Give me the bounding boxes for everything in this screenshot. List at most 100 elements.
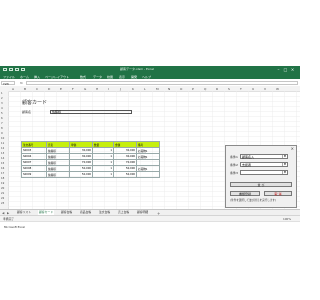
sort-condition-3: 条件3 ▼ xyxy=(230,170,294,175)
row-header[interactable]: 19 xyxy=(1,182,4,185)
menu-developer[interactable]: 開発 xyxy=(131,75,137,79)
row-header[interactable]: 5 xyxy=(1,112,3,115)
panel-note: (条件を選択して並び替えを実行します) xyxy=(230,199,277,202)
row-header[interactable]: 11 xyxy=(1,142,4,145)
column-header[interactable]: Q xyxy=(204,87,206,91)
column-header[interactable]: K xyxy=(132,87,134,91)
table-cell[interactable]: 1 xyxy=(92,171,114,178)
redo-icon[interactable] xyxy=(21,68,25,71)
row-header[interactable]: 12 xyxy=(1,147,4,150)
row-header[interactable]: 22 xyxy=(1,197,4,200)
column-header[interactable]: U xyxy=(252,87,254,91)
row-header[interactable]: 23 xyxy=(1,202,4,205)
row-header[interactable]: 7 xyxy=(1,122,3,125)
formula-input[interactable] xyxy=(26,80,298,85)
row-header[interactable]: 14 xyxy=(1,157,4,160)
sort-condition-label: 条件1 xyxy=(230,154,238,159)
table-cell[interactable]: S0009 xyxy=(21,171,47,178)
window-title: 顧客データ.xlsm - Excel xyxy=(120,67,154,71)
column-header[interactable]: A xyxy=(12,87,14,91)
column-header[interactable]: I xyxy=(108,87,109,91)
row-header[interactable]: 6 xyxy=(1,117,3,120)
taskbar: Microsoft Excel xyxy=(0,221,300,233)
close-window-icon[interactable]: × xyxy=(290,68,295,72)
row-header[interactable]: 8 xyxy=(1,127,3,130)
undo-icon[interactable] xyxy=(15,68,19,71)
table-cell[interactable]: 50,000 xyxy=(113,171,137,178)
reset-button[interactable]: 書類登録 xyxy=(230,191,260,196)
column-header[interactable]: W xyxy=(276,87,279,91)
table-cell[interactable]: 佐藤様 xyxy=(46,171,70,178)
name-box[interactable]: Y23 xyxy=(1,80,15,86)
row-header[interactable]: 18 xyxy=(1,177,4,180)
sort-panel: × 条件1 顧客名入 ▼ 条件2 支援者 ▼ 条件3 ▼ 並 び 書類登録 取 … xyxy=(225,145,297,208)
row-header[interactable]: 1 xyxy=(1,92,3,95)
column-header[interactable]: F xyxy=(72,87,74,91)
row-header[interactable]: 16 xyxy=(1,167,4,170)
table-cell[interactable] xyxy=(136,171,160,178)
close-icon[interactable]: × xyxy=(291,147,294,151)
maximize-icon[interactable]: □ xyxy=(283,68,288,72)
sort-condition-label: 条件3 xyxy=(230,170,238,175)
menu-help[interactable]: ヘルプ xyxy=(142,75,151,79)
chevron-down-icon[interactable]: ▼ xyxy=(282,163,287,166)
chevron-down-icon[interactable]: ▼ xyxy=(282,171,287,174)
row-header[interactable]: 13 xyxy=(1,152,4,155)
column-header[interactable]: O xyxy=(180,87,182,91)
sort-condition-select[interactable]: 顧客名入 ▼ xyxy=(240,154,288,159)
column-header[interactable]: B xyxy=(24,87,26,91)
menu-page-layout[interactable]: ページレイアウト xyxy=(45,75,69,79)
menu-view[interactable]: 表示 xyxy=(119,75,125,79)
save-icon[interactable] xyxy=(9,68,13,71)
menu-review[interactable]: 校閲 xyxy=(107,75,113,79)
column-header[interactable]: S xyxy=(228,87,230,91)
sort-condition-label: 条件2 xyxy=(230,162,238,167)
column-header[interactable]: M xyxy=(156,87,159,91)
column-header[interactable]: T xyxy=(240,87,242,91)
column-header[interactable]: R xyxy=(216,87,218,91)
column-header[interactable]: H xyxy=(96,87,98,91)
column-header[interactable]: C xyxy=(36,87,38,91)
sheet-title: 顧客カード xyxy=(22,100,48,106)
sort-button[interactable]: 並 び xyxy=(230,182,292,187)
customer-name-cell[interactable]: 佐藤様 xyxy=(50,109,132,114)
taskbar-text: Microsoft Excel xyxy=(4,225,26,229)
column-header[interactable]: G xyxy=(84,87,86,91)
table-row: S0009 佐藤様 50,000 1 50,000 xyxy=(21,171,160,178)
menu-home[interactable]: ホーム xyxy=(20,75,29,79)
menu-formulas[interactable]: 数式 xyxy=(80,75,86,79)
row-header[interactable]: 15 xyxy=(1,162,4,165)
row-header[interactable]: 21 xyxy=(1,192,4,195)
menu-file[interactable]: ファイル xyxy=(3,75,15,79)
table-cell[interactable]: 50,000 xyxy=(69,171,93,178)
row-header[interactable]: 4 xyxy=(1,107,3,110)
sort-condition-2: 条件2 支援者 ▼ xyxy=(230,162,294,167)
row-header[interactable]: 9 xyxy=(1,132,3,135)
sort-condition-1: 条件1 顧客名入 ▼ xyxy=(230,154,294,159)
column-header[interactable]: J xyxy=(120,87,121,91)
sort-condition-value: 支援者 xyxy=(242,163,252,167)
sort-condition-select[interactable]: ▼ xyxy=(240,170,288,175)
column-header[interactable]: D xyxy=(48,87,50,91)
order-table: 注文番号 氏名 単価 数量 金額 備考 S0003 佐藤様 30,000 1 3… xyxy=(21,141,160,178)
sort-condition-select[interactable]: 支援者 ▼ xyxy=(240,162,288,167)
function-icon[interactable]: fx xyxy=(20,81,23,85)
cancel-button[interactable]: 取 消 xyxy=(264,191,292,196)
column-header[interactable]: P xyxy=(192,87,194,91)
row-header[interactable]: 2 xyxy=(1,97,3,100)
column-header[interactable]: E xyxy=(60,87,62,91)
menu-insert[interactable]: 挿入 xyxy=(34,75,40,79)
column-header[interactable]: N xyxy=(168,87,170,91)
row-header[interactable]: 17 xyxy=(1,172,4,175)
row-header[interactable]: 10 xyxy=(1,137,4,140)
column-header[interactable]: V xyxy=(264,87,266,91)
title-bar: 顧客データ.xlsm - Excel – □ × xyxy=(0,66,300,74)
chevron-down-icon[interactable]: ▼ xyxy=(282,155,287,158)
row-header[interactable]: 3 xyxy=(1,102,3,105)
menu-data[interactable]: データ xyxy=(93,75,102,79)
autosave-icon[interactable] xyxy=(3,68,7,71)
column-header[interactable]: L xyxy=(144,87,146,91)
row-header[interactable]: 20 xyxy=(1,187,4,190)
minimize-icon[interactable]: – xyxy=(276,68,281,72)
sort-condition-value: 顧客名入 xyxy=(242,155,255,159)
